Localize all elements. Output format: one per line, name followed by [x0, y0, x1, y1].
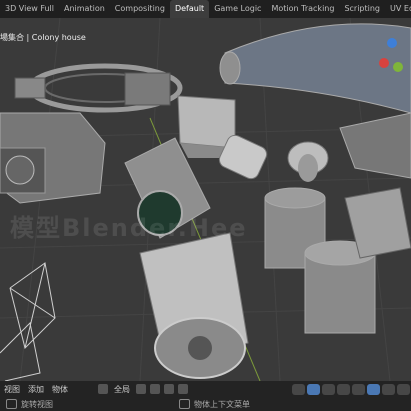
main-thruster-model[interactable] [139, 232, 249, 379]
mouse-right-icon [179, 399, 190, 409]
tab-default[interactable]: Default [169, 0, 210, 18]
3d-viewport[interactable]: 場集合 | Colony house 模型Blender.Hee [0, 18, 411, 381]
shading-rendered-icon[interactable] [397, 383, 410, 395]
shading-wireframe-icon[interactable] [352, 383, 365, 395]
status-bar: 旋转视图 物体上下文菜单 [0, 397, 411, 411]
mouse-middle-icon [6, 399, 17, 409]
workspace-tab-bar: 3D View Full Animation Compositing Defau… [0, 0, 411, 18]
overlay-icon[interactable] [322, 383, 335, 395]
gizmo-y-icon[interactable] [393, 62, 403, 72]
snap-target-icon[interactable] [164, 384, 174, 394]
status-hint-rotate: 旋转视图 [21, 399, 53, 409]
viewport-scene [0, 18, 411, 381]
watermark: 模型Blender.Hee [10, 214, 248, 242]
visibility-icon[interactable] [292, 383, 305, 395]
gizmo-z-icon[interactable] [387, 38, 397, 48]
menu-view[interactable]: 视图 [0, 384, 24, 395]
tab-compositing[interactable]: Compositing [110, 0, 170, 18]
shading-material-icon[interactable] [382, 383, 395, 395]
tab-game-logic[interactable]: Game Logic [209, 0, 266, 18]
viewport-title: 場集合 | Colony house [0, 33, 86, 42]
transform-orientation-icon [98, 384, 108, 394]
viewport-header-toolbar: 视图 添加 物体 全局 [0, 381, 411, 397]
menu-object[interactable]: 物体 [48, 384, 72, 395]
shading-solid-icon[interactable] [367, 383, 380, 395]
tab-motion-tracking[interactable]: Motion Tracking [266, 0, 339, 18]
xray-icon[interactable] [337, 383, 350, 395]
tab-scripting[interactable]: Scripting [339, 0, 385, 18]
proportional-edit-icon[interactable] [178, 384, 188, 394]
tab-3d-view-full[interactable]: 3D View Full [0, 0, 59, 18]
tab-animation[interactable]: Animation [59, 0, 110, 18]
snap-icon[interactable] [150, 384, 160, 394]
footer-area: 视图 添加 物体 全局 旋转视图 物体上下文菜单 [0, 381, 411, 411]
navigation-gizmo[interactable] [375, 36, 405, 76]
wireframe-truss-model[interactable] [0, 262, 56, 381]
transform-orientation-dropdown[interactable]: 全局 [110, 384, 134, 395]
gizmo-toggle-icon[interactable] [307, 383, 320, 395]
pivot-point-icon[interactable] [136, 384, 146, 394]
tab-uv-editing[interactable]: UV Editing [385, 0, 411, 18]
status-hint-context-menu: 物体上下文菜单 [194, 399, 250, 409]
hex-module-model[interactable] [0, 112, 106, 204]
menu-add[interactable]: 添加 [24, 384, 48, 395]
right-machinery-model[interactable] [339, 112, 411, 259]
capsule-model[interactable] [217, 133, 329, 182]
ring-station-model[interactable] [14, 63, 183, 113]
gizmo-x-icon[interactable] [379, 58, 389, 68]
